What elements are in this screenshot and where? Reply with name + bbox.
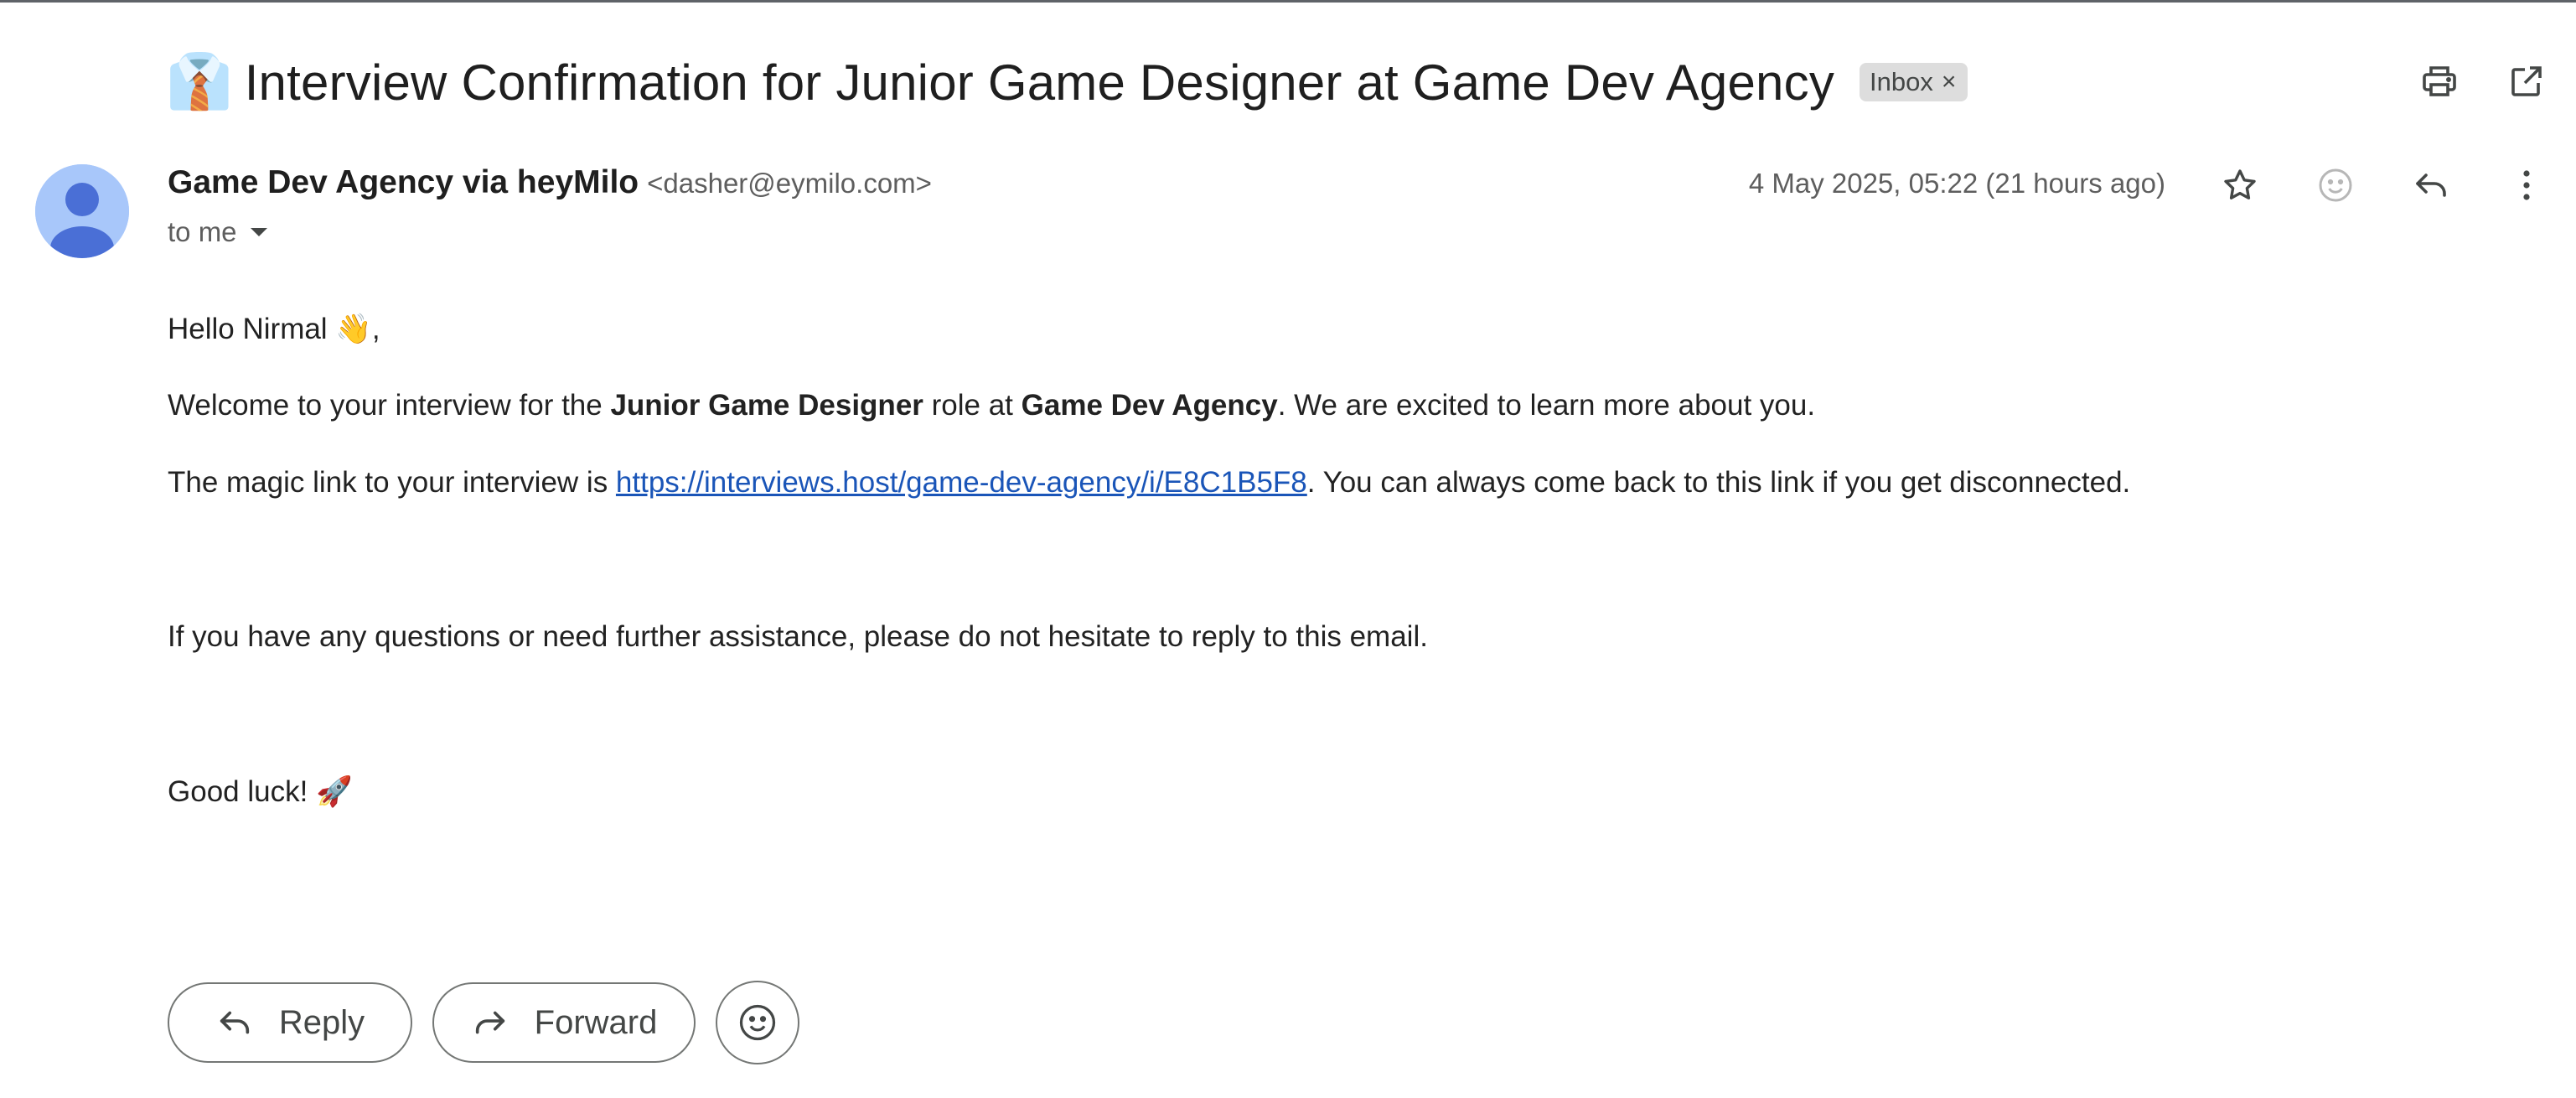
to-label: to me — [168, 216, 237, 247]
header-actions — [2413, 55, 2553, 107]
welcome-text-c: . We are excited to learn more about you… — [1277, 389, 1816, 422]
label-text: Inbox — [1870, 67, 1933, 96]
necktie-emoji: 👔 — [166, 51, 233, 113]
emoji-reaction-button[interactable] — [716, 981, 799, 1064]
star-icon[interactable] — [2214, 159, 2266, 211]
inbox-label-chip[interactable]: Inbox × — [1860, 63, 1968, 101]
emoji-icon — [739, 1004, 776, 1041]
reply-icon — [220, 1011, 250, 1034]
reply-button[interactable]: Reply — [168, 982, 412, 1063]
chevron-down-icon — [250, 228, 267, 236]
more-vertical-icon[interactable] — [2501, 159, 2553, 211]
welcome-text-b: role at — [923, 389, 1022, 422]
company-name: Game Dev Agency — [1021, 389, 1278, 422]
message-actions — [2214, 159, 2553, 211]
greeting-comma: , — [371, 313, 380, 345]
email-date: 4 May 2025, 05:22 (21 hours ago) — [1748, 168, 2165, 199]
greeting-text: Hello Nirmal — [168, 313, 328, 345]
top-border — [0, 0, 2576, 3]
body-paragraph-link: The magic link to your interview is http… — [168, 466, 2130, 500]
body-greeting: Hello Nirmal 👋, — [168, 312, 380, 346]
forward-label: Forward — [534, 1003, 658, 1041]
interview-magic-link[interactable]: https://interviews.host/game-dev-agency/… — [616, 466, 1307, 499]
open-in-new-window-icon[interactable] — [2501, 55, 2553, 107]
subject-text: Interview Confirmation for Junior Game D… — [244, 54, 1835, 111]
reply-icon[interactable] — [2405, 159, 2457, 211]
forward-button[interactable]: Forward — [432, 982, 696, 1063]
role-name: Junior Game Designer — [610, 389, 923, 422]
sender-name[interactable]: Game Dev Agency via heyMilo — [168, 164, 639, 201]
sender-line: Game Dev Agency via heyMilo <dasher@eymi… — [168, 164, 932, 201]
link-text-b: . You can always come back to this link … — [1306, 466, 2131, 499]
recipient-details-toggle[interactable]: to me — [168, 216, 267, 248]
welcome-text-a: Welcome to your interview for the — [168, 389, 611, 422]
forward-icon — [475, 1011, 504, 1034]
waving-hand-emoji: 👋 — [335, 313, 372, 346]
body-signoff: Good luck! 🚀 — [168, 774, 353, 809]
email-subject: 👔 Interview Confirmation for Junior Game… — [166, 49, 1968, 116]
emoji-reaction-icon[interactable] — [2310, 159, 2361, 211]
sender-email: <dasher@eymilo.com> — [647, 168, 932, 199]
body-paragraph-questions: If you have any questions or need furthe… — [168, 620, 1428, 653]
rocket-emoji: 🚀 — [316, 775, 353, 809]
sender-avatar[interactable] — [35, 164, 129, 258]
reply-label: Reply — [278, 1003, 365, 1041]
body-paragraph-welcome: Welcome to your interview for the Junior… — [168, 389, 1815, 422]
link-text-a: The magic link to your interview is — [168, 466, 616, 499]
print-icon[interactable] — [2413, 55, 2465, 107]
remove-label-icon[interactable]: × — [1942, 68, 1957, 96]
good-luck-text: Good luck! — [168, 775, 317, 808]
